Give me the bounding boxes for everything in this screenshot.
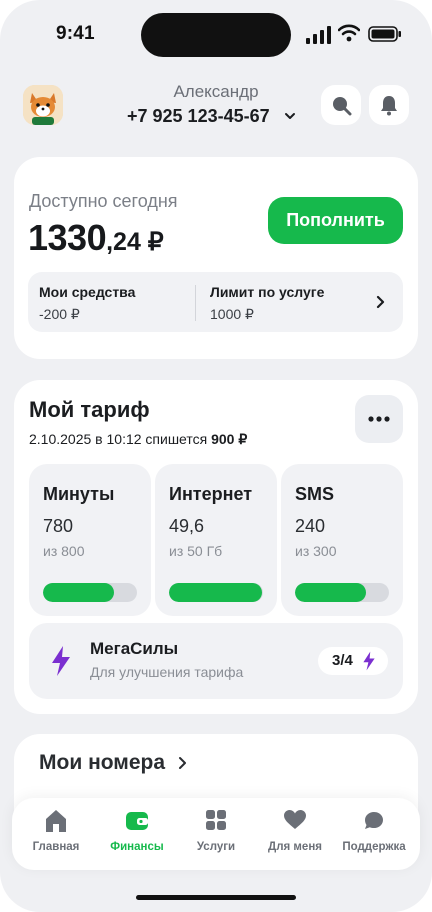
- megasily-banner[interactable]: МегаСилы Для улучшения тарифа 3/4: [29, 623, 403, 699]
- my-numbers-title: Мои номера: [39, 751, 166, 774]
- progress-bar: [295, 583, 389, 602]
- charge-text: 2.10.2025 в 10:12 спишется: [29, 431, 208, 447]
- available-label: Доступно сегодня: [29, 191, 178, 211]
- chevron-down-icon[interactable]: [284, 110, 296, 122]
- tile-internet[interactable]: Интернет 49,6 из 50 Гб: [155, 464, 277, 616]
- tab-label: Поддержка: [342, 841, 406, 853]
- tariff-charge: 2.10.2025 в 10:12 спишется 900 ₽: [29, 431, 247, 448]
- own-funds-label: Мои средства: [39, 284, 136, 300]
- topup-button[interactable]: Пополнить: [268, 197, 403, 244]
- balance-card: Доступно сегодня 1330,24 ₽ Пополнить Мои…: [14, 157, 418, 359]
- lightning-icon: [52, 646, 70, 676]
- wallet-icon: [126, 812, 148, 830]
- chevron-right-icon: [179, 757, 186, 769]
- progress-fill: [295, 583, 366, 602]
- tile-subtitle: из 300: [295, 543, 337, 559]
- tab-home[interactable]: Главная: [16, 808, 96, 866]
- limit-label: Лимит по услуге: [210, 284, 325, 300]
- dynamic-island: [141, 13, 291, 57]
- limit-value: 1000 ₽: [210, 306, 254, 322]
- divider: [195, 285, 196, 321]
- megasily-subtitle: Для улучшения тарифа: [90, 664, 244, 680]
- amount-fraction: ,24 ₽: [106, 228, 164, 256]
- progress-bar: [43, 583, 137, 602]
- more-icon: [368, 416, 390, 422]
- charge-amount: 900 ₽: [211, 431, 248, 447]
- tile-title: Интернет: [169, 484, 253, 504]
- amount-main: 1330: [28, 217, 107, 258]
- tab-bar: Главная Финансы Услуги Для меня Поддержк…: [12, 798, 420, 870]
- tab-label: Финансы: [110, 841, 164, 853]
- more-options-button[interactable]: [355, 395, 403, 443]
- tariff-title: Мой тариф: [29, 397, 150, 422]
- tab-for-me[interactable]: Для меня: [255, 808, 335, 866]
- own-funds: Мои средства -200 ₽: [39, 284, 135, 323]
- status-bar: 9:41: [0, 0, 432, 70]
- service-limit: Лимит по услуге 1000 ₽: [210, 284, 324, 323]
- progress-bar: [169, 583, 263, 602]
- chevron-right-icon: [376, 295, 385, 309]
- heart-icon: [284, 810, 306, 829]
- own-funds-value: -200 ₽: [39, 306, 80, 322]
- grid-icon: [206, 810, 226, 830]
- home-indicator: [136, 895, 296, 900]
- profile-header: Александр +7 925 123-45-67: [0, 76, 432, 136]
- bell-icon: [381, 96, 397, 116]
- tab-finance[interactable]: Финансы: [97, 808, 177, 866]
- battery-icon: [368, 26, 401, 42]
- progress-fill: [43, 583, 114, 602]
- status-time: 9:41: [56, 23, 95, 44]
- wifi-icon: [338, 24, 360, 42]
- chat-icon: [365, 812, 383, 829]
- user-name: Александр: [173, 82, 259, 101]
- balance-details[interactable]: Мои средства -200 ₽ Лимит по услуге 1000…: [28, 272, 403, 332]
- search-icon: [333, 97, 352, 116]
- tile-subtitle: из 50 Гб: [169, 543, 223, 559]
- tile-value: 240: [295, 516, 326, 536]
- progress-fill: [169, 583, 263, 602]
- search-button[interactable]: [321, 85, 361, 125]
- tile-subtitle: из 800: [43, 543, 85, 559]
- tab-services[interactable]: Услуги: [176, 808, 256, 866]
- tab-label: Услуги: [196, 841, 236, 853]
- tab-support[interactable]: Поддержка: [334, 808, 414, 866]
- lightning-icon: [363, 651, 375, 671]
- tile-value: 49,6: [169, 516, 205, 536]
- phone-number[interactable]: +7 925 123-45-67: [127, 106, 270, 127]
- tile-sms[interactable]: SMS 240 из 300: [281, 464, 403, 616]
- tariff-card: Мой тариф 2.10.2025 в 10:12 спишется 900…: [14, 380, 418, 714]
- notifications-button[interactable]: [369, 85, 409, 125]
- tab-label: Для меня: [268, 841, 322, 853]
- megasily-count: 3/4: [332, 652, 353, 669]
- megasily-count-badge: 3/4: [318, 647, 388, 675]
- phone-screen: 9:41 Александр +7 925 123-45-67 Доступно…: [0, 0, 432, 912]
- tile-title: Минуты: [43, 484, 115, 504]
- available-amount: 1330,24 ₽: [28, 217, 164, 259]
- tile-minutes[interactable]: Минуты 780 из 800: [29, 464, 151, 616]
- tile-value: 780: [43, 516, 74, 536]
- home-icon: [46, 810, 66, 832]
- tab-label: Главная: [32, 841, 80, 853]
- tile-title: SMS: [295, 484, 335, 504]
- megasily-title: МегаСилы: [90, 639, 179, 658]
- cellular-signal-icon: [306, 26, 331, 44]
